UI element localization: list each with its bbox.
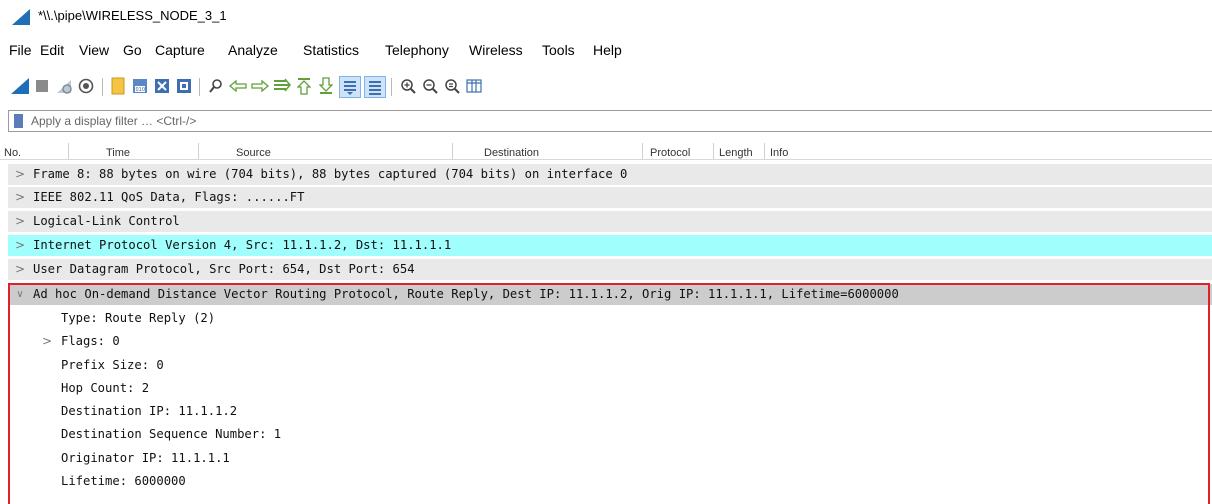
column-header-destination[interactable]: Destination xyxy=(484,147,539,159)
detail-row-aodv-type[interactable]: Type: Route Reply (2) xyxy=(8,308,1212,329)
menu-file[interactable]: File xyxy=(9,42,32,58)
detail-row-text: Flags: 0 xyxy=(61,334,120,348)
detail-row-ieee80211[interactable]: > IEEE 802.11 QoS Data, Flags: ......FT xyxy=(8,187,1212,208)
column-header-source[interactable]: Source xyxy=(236,147,271,159)
menu-tools[interactable]: Tools xyxy=(542,42,575,58)
detail-row-text: Ad hoc On-demand Distance Vector Routing… xyxy=(33,287,899,301)
capture-options-icon[interactable] xyxy=(77,77,95,95)
menu-analyze[interactable]: Analyze xyxy=(228,42,278,58)
detail-row-ipv4[interactable]: > Internet Protocol Version 4, Src: 11.1… xyxy=(8,235,1212,256)
detail-row-text: Logical-Link Control xyxy=(33,214,180,228)
detail-row-text: User Datagram Protocol, Src Port: 654, D… xyxy=(33,262,415,276)
display-filter-input[interactable] xyxy=(31,111,1201,131)
svg-text:010: 010 xyxy=(136,87,146,93)
detail-row-text: Frame 8: 88 bytes on wire (704 bits), 88… xyxy=(33,167,628,181)
menu-help[interactable]: Help xyxy=(593,42,622,58)
collapse-chevron-icon[interactable]: ∨ xyxy=(14,284,26,305)
column-header-protocol[interactable]: Protocol xyxy=(650,147,690,159)
detail-row-aodv-dest-seq[interactable]: Destination Sequence Number: 1 xyxy=(8,424,1212,445)
detail-row-llc[interactable]: > Logical-Link Control xyxy=(8,211,1212,232)
close-file-icon[interactable] xyxy=(153,77,171,95)
detail-row-text: Lifetime: 6000000 xyxy=(61,474,186,488)
detail-row-aodv-prefix-size[interactable]: Prefix Size: 0 xyxy=(8,355,1212,376)
start-capture-icon[interactable] xyxy=(11,77,29,95)
detail-row-text: Prefix Size: 0 xyxy=(61,358,164,372)
go-first-icon[interactable] xyxy=(295,77,313,95)
column-header-time[interactable]: Time xyxy=(106,147,130,159)
column-header-info[interactable]: Info xyxy=(770,147,788,159)
detail-row-text: Hop Count: 2 xyxy=(61,381,150,395)
bookmark-icon[interactable] xyxy=(14,114,23,128)
reload-file-icon[interactable] xyxy=(175,77,193,95)
zoom-out-icon[interactable] xyxy=(421,77,439,95)
auto-scroll-icon[interactable] xyxy=(339,76,361,98)
main-toolbar: 010 xyxy=(0,66,1212,106)
go-to-packet-icon[interactable] xyxy=(273,77,291,95)
detail-row-aodv[interactable]: ∨ Ad hoc On-demand Distance Vector Routi… xyxy=(8,284,1212,305)
find-packet-icon[interactable] xyxy=(207,77,225,95)
packet-details-tree: > Frame 8: 88 bytes on wire (704 bits), … xyxy=(8,164,1212,504)
column-header-no[interactable]: No. xyxy=(4,147,21,159)
go-forward-icon[interactable] xyxy=(251,77,269,95)
menu-edit[interactable]: Edit xyxy=(40,42,64,58)
title-bar: *\\.\pipe\WIRELESS_NODE_3_1 xyxy=(0,0,1212,34)
detail-row-aodv-dest-ip[interactable]: Destination IP: 11.1.1.2 xyxy=(8,401,1212,422)
packet-list-header: No. Time Source Destination Protocol Len… xyxy=(0,139,1212,160)
detail-row-frame[interactable]: > Frame 8: 88 bytes on wire (704 bits), … xyxy=(8,164,1212,185)
detail-row-text: Internet Protocol Version 4, Src: 11.1.1… xyxy=(33,238,452,252)
expand-chevron-icon[interactable]: > xyxy=(14,187,26,208)
expand-chevron-icon[interactable]: > xyxy=(14,235,26,256)
column-header-length[interactable]: Length xyxy=(719,147,753,159)
wireshark-logo-icon xyxy=(12,9,30,30)
save-file-icon[interactable]: 010 xyxy=(131,77,149,95)
detail-row-aodv-flags[interactable]: > Flags: 0 xyxy=(8,331,1212,352)
menu-bar: File Edit View Go Capture Analyze Statis… xyxy=(0,37,1212,65)
expand-chevron-icon[interactable]: > xyxy=(14,164,26,185)
detail-row-aodv-hop-count[interactable]: Hop Count: 2 xyxy=(8,378,1212,399)
restart-capture-icon[interactable] xyxy=(55,77,73,95)
expand-chevron-icon[interactable]: > xyxy=(14,211,26,232)
menu-telephony[interactable]: Telephony xyxy=(385,42,449,58)
go-last-icon[interactable] xyxy=(317,77,335,95)
expand-chevron-icon[interactable]: > xyxy=(14,259,26,280)
zoom-normal-icon[interactable] xyxy=(443,77,461,95)
go-back-icon[interactable] xyxy=(229,77,247,95)
detail-row-text: IEEE 802.11 QoS Data, Flags: ......FT xyxy=(33,190,305,204)
colorize-icon[interactable] xyxy=(364,76,386,98)
resize-columns-icon[interactable] xyxy=(465,77,483,95)
detail-row-text: Type: Route Reply (2) xyxy=(61,311,216,325)
stop-capture-icon[interactable] xyxy=(33,77,51,95)
detail-row-aodv-lifetime[interactable]: Lifetime: 6000000 xyxy=(8,471,1212,492)
detail-row-text: Destination Sequence Number: 1 xyxy=(61,427,282,441)
window-title: *\\.\pipe\WIRELESS_NODE_3_1 xyxy=(38,8,227,23)
menu-wireless[interactable]: Wireless xyxy=(469,42,523,58)
expand-chevron-icon[interactable]: > xyxy=(41,331,53,352)
detail-row-text: Destination IP: 11.1.1.2 xyxy=(61,404,238,418)
display-filter-bar xyxy=(8,110,1212,132)
open-file-icon[interactable] xyxy=(109,77,127,95)
detail-row-text: Originator IP: 11.1.1.1 xyxy=(61,451,230,465)
detail-row-aodv-orig-ip[interactable]: Originator IP: 11.1.1.1 xyxy=(8,448,1212,469)
menu-view[interactable]: View xyxy=(79,42,109,58)
zoom-in-icon[interactable] xyxy=(399,77,417,95)
menu-capture[interactable]: Capture xyxy=(155,42,205,58)
detail-row-udp[interactable]: > User Datagram Protocol, Src Port: 654,… xyxy=(8,259,1212,280)
menu-statistics[interactable]: Statistics xyxy=(303,42,359,58)
menu-go[interactable]: Go xyxy=(123,42,142,58)
